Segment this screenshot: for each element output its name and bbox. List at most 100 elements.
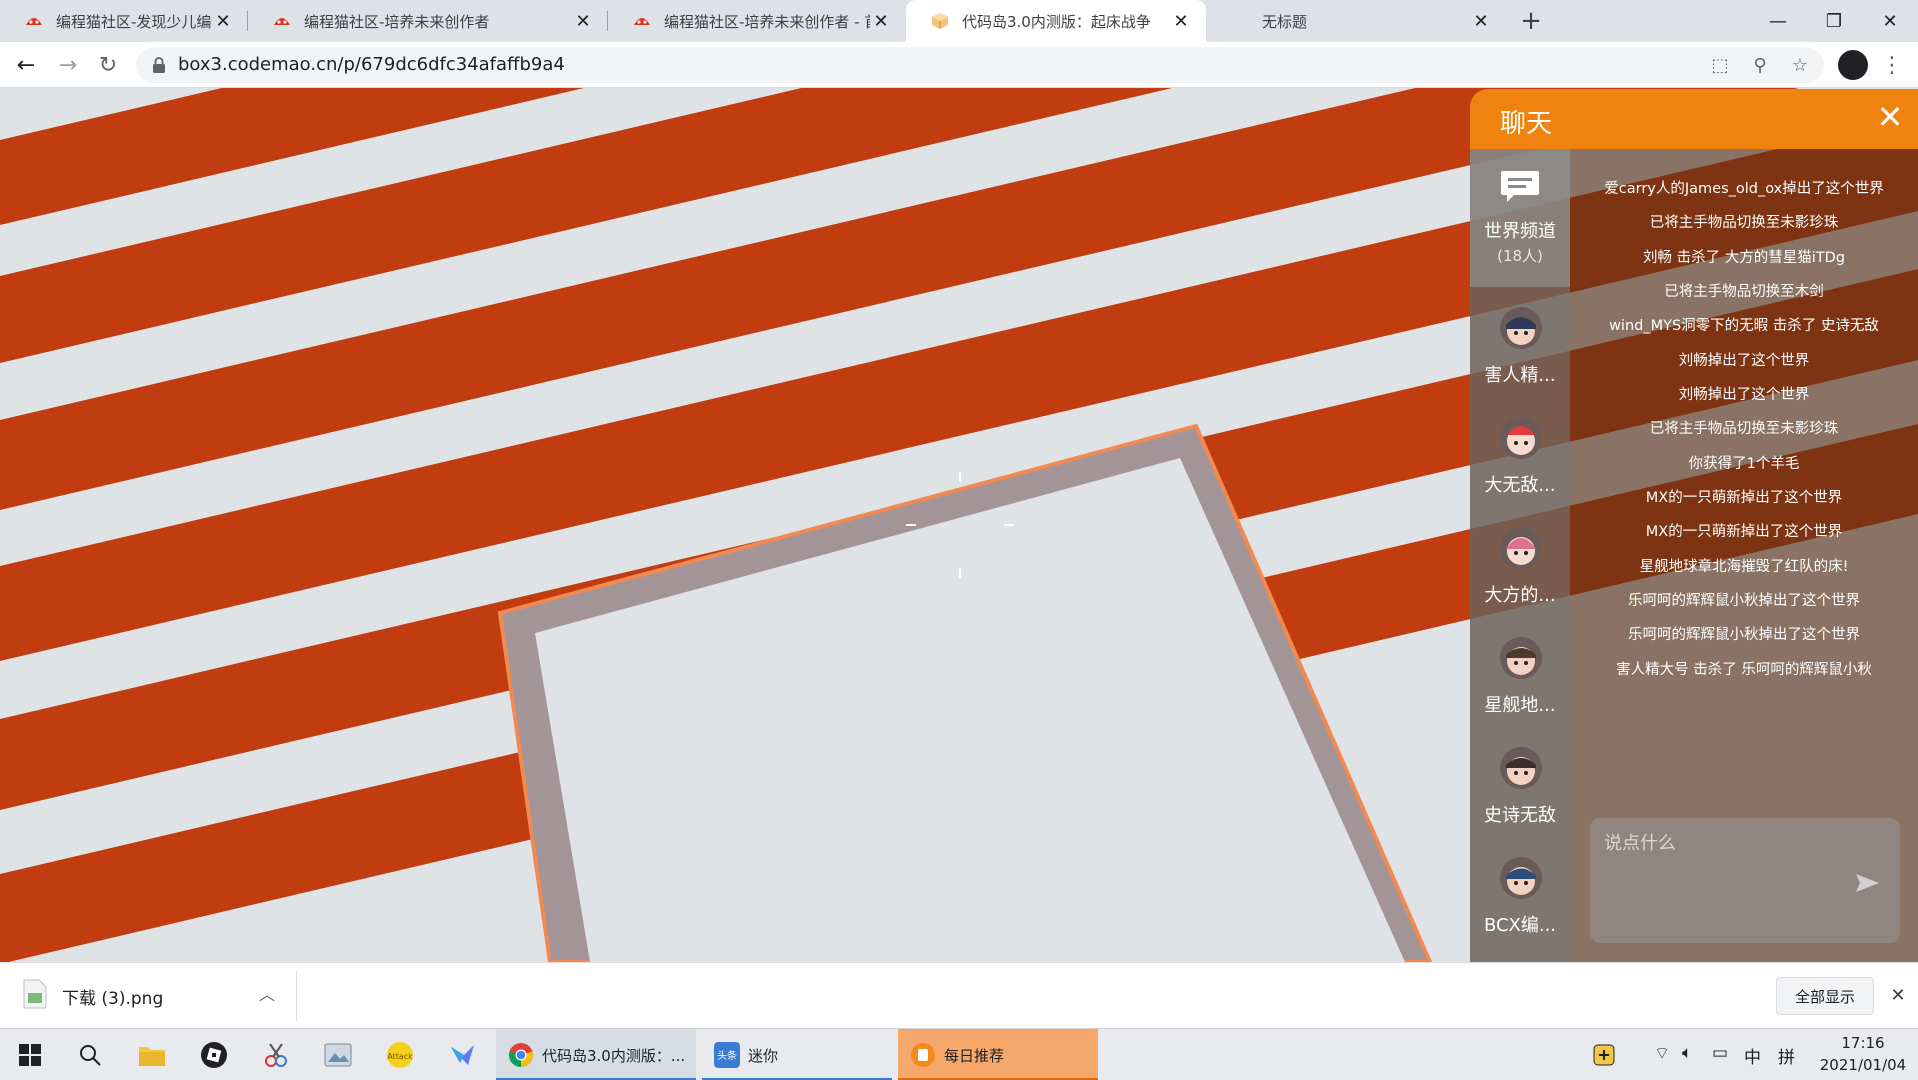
- tab-2[interactable]: 编程猫社区-培养未来创作者 ✕: [248, 0, 608, 42]
- yellow-app-icon[interactable]: Attack: [384, 1039, 416, 1071]
- forward-arrow-icon[interactable]: →: [52, 49, 84, 81]
- chat-message: 刘畅掉出了这个世界: [1678, 387, 1810, 403]
- chat-message: 刘畅掉出了这个世界: [1678, 353, 1810, 369]
- restore-icon[interactable]: ❐: [1806, 0, 1862, 42]
- tab-4-active[interactable]: 代码岛3.0内测版：起床战争 ✕: [906, 0, 1206, 42]
- clock-date: 2021/01/04: [1819, 1056, 1907, 1074]
- user-avatar-icon: [1500, 857, 1542, 899]
- ime-language[interactable]: 中: [1744, 1043, 1761, 1068]
- tab-1[interactable]: 编程猫社区-发现少儿编程作品 ✕: [0, 0, 248, 42]
- image-viewer-icon[interactable]: [322, 1039, 354, 1071]
- close-icon[interactable]: ✕: [1886, 983, 1910, 1007]
- user-item[interactable]: BCX编...: [1470, 849, 1570, 959]
- address-bar[interactable]: box3.codemao.cn/p/679dc6dfc34afaffb9a4 ⬚…: [136, 47, 1824, 83]
- toutiao-icon: 头条: [714, 1042, 740, 1068]
- user-name: 害人精...: [1484, 365, 1556, 386]
- minimize-icon[interactable]: —: [1750, 0, 1806, 42]
- close-icon[interactable]: ✕: [870, 10, 892, 32]
- user-name: 史诗无敌: [1484, 805, 1556, 826]
- lock-icon: [153, 57, 165, 73]
- chat-message: 爱carry人的James_old_ox掉出了这个世界: [1604, 181, 1884, 197]
- chat-message: 乐呵呵的辉辉鼠小秋掉出了这个世界: [1628, 593, 1860, 609]
- tab-strip: 编程猫社区-发现少儿编程作品 ✕ 编程猫社区-培养未来创作者 ✕ 编程猫社区-培…: [0, 0, 1918, 42]
- browser-toolbar: ← → ↻ box3.codemao.cn/p/679dc6dfc34afaff…: [0, 42, 1918, 88]
- chat-panel: 聊天 ✕ 世界频道 (18人) 害人精... 大无敌... 大方的... 星舰地…: [1470, 89, 1918, 962]
- feishu-lark-icon[interactable]: [446, 1039, 478, 1071]
- wifi-icon[interactable]: ⌔: [1654, 1043, 1670, 1064]
- taskbar-app-mini[interactable]: 头条 迷你: [702, 1029, 892, 1080]
- chevron-up-icon[interactable]: ︿: [255, 981, 279, 1005]
- tab-3[interactable]: 编程猫社区-培养未来创作者 - 首 ✕: [608, 0, 906, 42]
- tab-title: 编程猫社区-培养未来创作者 - 首: [664, 12, 870, 31]
- new-tab-plus-icon[interactable]: +: [1516, 6, 1546, 36]
- box3-cube-favicon-icon: [932, 13, 948, 29]
- tray-app-icon[interactable]: [1588, 1039, 1620, 1071]
- codemao-favicon-icon: [26, 18, 42, 25]
- battery-icon[interactable]: ▭: [1712, 1043, 1728, 1063]
- taskbar-app-chrome[interactable]: 代码岛3.0内测版：...: [496, 1029, 696, 1080]
- user-item[interactable]: 大方的...: [1470, 519, 1570, 629]
- svg-text:Attack: Attack: [387, 1052, 413, 1061]
- user-name: 星舰地...: [1484, 695, 1556, 716]
- screen: 编程猫社区-发现少儿编程作品 ✕ 编程猫社区-培养未来创作者 ✕ 编程猫社区-培…: [0, 0, 1918, 1080]
- user-avatar-icon: [1500, 747, 1542, 789]
- user-avatar-icon: [1500, 637, 1542, 679]
- daily-recommend-icon: [911, 1043, 935, 1067]
- ime-mode[interactable]: 拼: [1778, 1043, 1795, 1068]
- speaker-icon[interactable]: 🔈︎: [1682, 1043, 1692, 1063]
- tab-5[interactable]: 无标题 ✕: [1206, 0, 1506, 42]
- chat-message: 星舰地球章北海摧毁了红队的床!: [1639, 559, 1849, 575]
- roblox-app-icon[interactable]: [198, 1039, 230, 1071]
- chat-message: 已将主手物品切换至未影珍珠: [1649, 215, 1839, 231]
- chat-input[interactable]: [1604, 828, 1844, 858]
- blank-favicon-icon: [1230, 11, 1250, 31]
- zoom-icon[interactable]: ⚲: [1748, 53, 1772, 77]
- send-icon[interactable]: [1852, 868, 1882, 898]
- search-icon[interactable]: [74, 1039, 106, 1071]
- menu-kebab-icon[interactable]: ⋮: [1880, 50, 1904, 80]
- clock-time: 17:16: [1841, 1034, 1885, 1052]
- windows-start-icon[interactable]: [14, 1039, 46, 1071]
- chat-message: MX的一只萌新掉出了这个世界: [1645, 490, 1843, 506]
- taskbar-app-label: 代码岛3.0内测版：...: [542, 1046, 686, 1065]
- world-channel-count: (18人): [1497, 247, 1543, 265]
- taskbar-app-daily[interactable]: 每日推荐: [898, 1029, 1098, 1080]
- chrome-icon: [509, 1043, 533, 1067]
- reload-icon[interactable]: ↻: [92, 49, 124, 81]
- tab-title: 代码岛3.0内测版：起床战争: [962, 12, 1151, 31]
- user-item[interactable]: 大无敌...: [1470, 409, 1570, 519]
- file-explorer-icon[interactable]: [136, 1039, 168, 1071]
- windows-taskbar: Attack 代码岛3.0内测版：... 头条 迷你 每日推荐 ⌔ 🔈︎ ▭ 中…: [0, 1028, 1918, 1080]
- profile-avatar-icon[interactable]: [1838, 50, 1868, 80]
- user-name: 大方的...: [1484, 585, 1556, 606]
- chat-message: wind_MYS洞零下的无暇 击杀了 史诗无敌: [1609, 318, 1879, 334]
- chat-close-icon[interactable]: ✕: [1872, 98, 1908, 136]
- translate-icon[interactable]: ⬚: [1708, 53, 1732, 77]
- channel-list: 世界频道 (18人) 害人精... 大无敌... 大方的... 星舰地... 史…: [1470, 149, 1570, 962]
- user-item[interactable]: 星舰地...: [1470, 629, 1570, 739]
- url-text: box3.codemao.cn/p/679dc6dfc34afaffb9a4: [178, 54, 565, 75]
- window-close-icon[interactable]: ✕: [1862, 0, 1918, 42]
- system-clock[interactable]: 17:16 2021/01/04: [1810, 1032, 1916, 1076]
- close-icon[interactable]: ✕: [1470, 10, 1492, 32]
- close-icon[interactable]: ✕: [572, 10, 594, 32]
- user-item[interactable]: 害人精...: [1470, 299, 1570, 409]
- chat-message: 已将主手物品切换至未影珍珠: [1649, 421, 1839, 437]
- chat-header: 聊天 ✕: [1470, 89, 1918, 149]
- user-avatar-icon: [1500, 307, 1542, 349]
- chat-message: 乐呵呵的辉辉鼠小秋掉出了这个世界: [1628, 627, 1860, 643]
- download-file-name[interactable]: 下载 (3).png: [62, 984, 163, 1009]
- bookmark-star-icon[interactable]: ☆: [1788, 53, 1812, 77]
- chat-bubble-icon: [1501, 171, 1539, 202]
- divider: [296, 971, 297, 1021]
- user-avatar-icon: [1500, 417, 1542, 459]
- close-icon[interactable]: ✕: [212, 10, 234, 32]
- snipping-tool-icon[interactable]: [260, 1039, 292, 1071]
- user-item[interactable]: 史诗无敌: [1470, 739, 1570, 849]
- tab-title: 编程猫社区-发现少儿编程作品: [56, 12, 212, 31]
- chat-title: 聊天: [1500, 109, 1553, 139]
- show-all-button[interactable]: 全部显示: [1776, 977, 1874, 1015]
- world-channel-tab[interactable]: 世界频道 (18人): [1470, 149, 1570, 287]
- close-icon[interactable]: ✕: [1170, 10, 1192, 32]
- back-arrow-icon[interactable]: ←: [10, 49, 42, 81]
